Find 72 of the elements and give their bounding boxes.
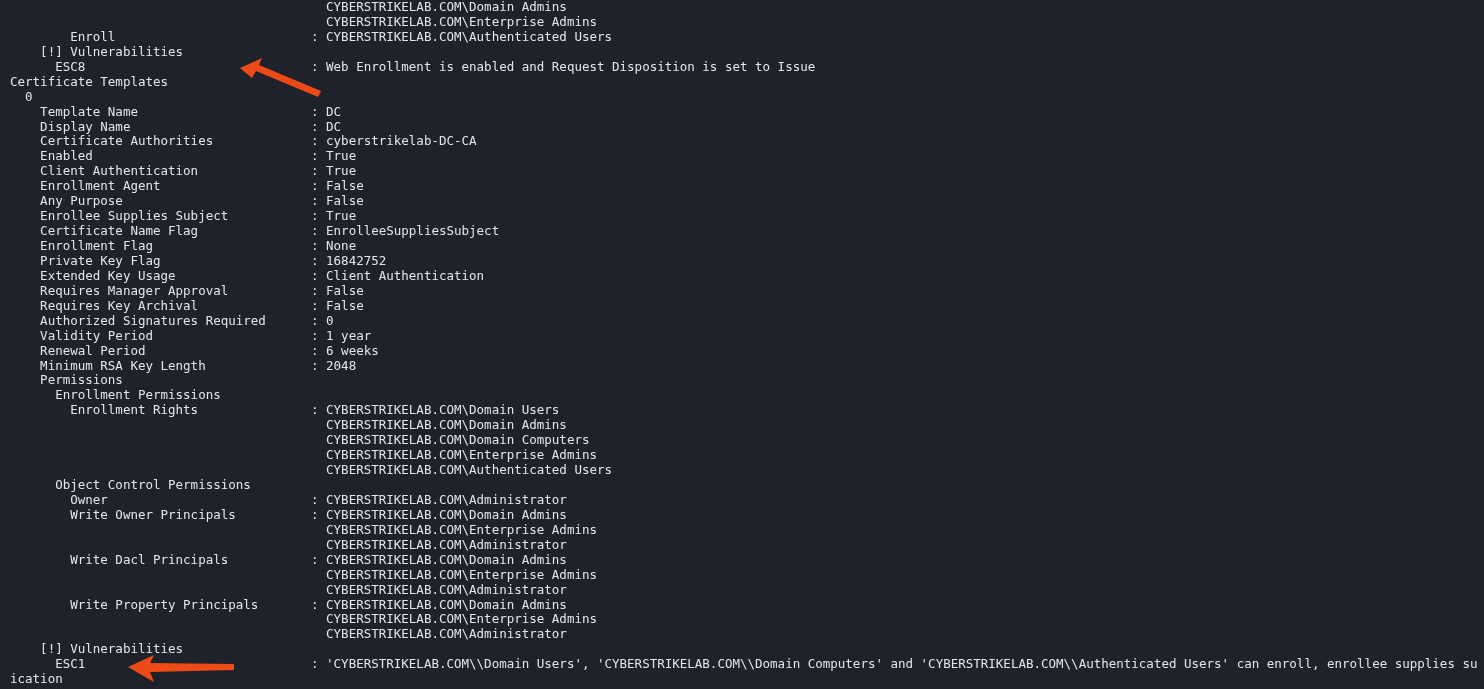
terminal-key: Write Owner Principals (10, 507, 236, 523)
terminal-value: CYBERSTRIKELAB.COM\Enterprise Admins (325, 14, 597, 30)
terminal-value: : CYBERSTRIKELAB.COM\Domain Admins (311, 552, 567, 568)
terminal-value: CYBERSTRIKELAB.COM\Domain Admins (325, 0, 567, 15)
terminal-key: ESC8 (10, 59, 86, 75)
terminal-key: [!] Vulnerabilities (10, 642, 184, 658)
terminal-key: ESC1 (10, 657, 86, 673)
terminal-value: : Web Enrollment is enabled and Request Disposition is set to Issue (311, 59, 816, 75)
terminal-value: CYBERSTRIKELAB.COM\Administrator (325, 582, 567, 598)
terminal-key: Certificate Authorities (10, 134, 214, 150)
terminal-key: Client Authentication (10, 164, 199, 180)
terminal-value: : DC (311, 119, 342, 135)
terminal-value: : True (311, 164, 357, 180)
terminal-value: CYBERSTRIKELAB.COM\Authenticated Users (325, 463, 613, 478)
terminal-value: CYBERSTRIKELAB.COM\Enterprise Admins (325, 522, 597, 538)
terminal-value: : 1 year (311, 328, 372, 344)
terminal-key: Enrollment Rights (10, 403, 199, 419)
terminal-value: : CYBERSTRIKELAB.COM\Domain Admins (311, 597, 567, 613)
terminal-key: Requires Key Archival (10, 298, 199, 314)
terminal-value: : CYBERSTRIKELAB.COM\Authenticated Users (311, 29, 613, 45)
terminal-value: : DC (311, 104, 342, 120)
terminal-key: Write Property Principals (10, 597, 259, 613)
terminal-value: CYBERSTRIKELAB.COM\Domain Computers (325, 433, 590, 449)
terminal-key: Owner (10, 492, 108, 508)
terminal-key: 0 (10, 89, 33, 105)
terminal-value: : CYBERSTRIKELAB.COM\Administrator (311, 492, 567, 508)
terminal-key: Private Key Flag (10, 253, 161, 269)
terminal-value: CYBERSTRIKELAB.COM\Domain Admins (325, 418, 567, 434)
terminal-key: Minimum RSA Key Length (10, 358, 206, 374)
terminal-key: Enrollment Permissions (10, 388, 221, 404)
terminal-value: CYBERSTRIKELAB.COM\Administrator (325, 627, 567, 643)
terminal-value: : 16842752 (311, 253, 387, 269)
terminal-value: CYBERSTRIKELAB.COM\Enterprise Admins (325, 448, 597, 464)
terminal-key: Any Purpose (10, 194, 123, 210)
terminal-key: Enabled (10, 149, 93, 165)
terminal-key: Requires Manager Approval (10, 283, 229, 299)
terminal-key: Enrollment Agent (10, 179, 161, 195)
terminal-value: CYBERSTRIKELAB.COM\Enterprise Admins (325, 612, 597, 628)
terminal-value: CYBERSTRIKELAB.COM\Administrator (325, 537, 567, 553)
terminal-value: : CYBERSTRIKELAB.COM\Domain Admins (311, 507, 567, 523)
terminal-value: : Client Authentication (311, 268, 485, 284)
terminal-key: Validity Period (10, 328, 153, 344)
terminal-key: Write Dacl Principals (10, 552, 229, 568)
terminal-key: Template Name (10, 104, 138, 120)
terminal-value: : EnrolleeSuppliesSubject (311, 224, 500, 239)
terminal-key: Authorized Signatures Required (10, 313, 266, 329)
terminal-value: : cyberstrikelab-DC-CA (311, 134, 477, 150)
terminal-key: Enrollee Supplies Subject (10, 209, 229, 225)
terminal-value: : False (311, 194, 364, 210)
terminal-value: : 2048 (311, 358, 357, 374)
terminal-key: Certificate Templates (10, 74, 169, 90)
terminal-value: : 6 weeks (311, 343, 379, 359)
terminal-value: : True (311, 149, 357, 165)
terminal-key: [!] Vulnerabilities (10, 44, 184, 60)
terminal-key: Enrollment Flag (10, 239, 153, 254)
terminal-key: Enroll (10, 29, 116, 45)
terminal-value: : False (311, 283, 364, 299)
terminal-key: Extended Key Usage (10, 268, 176, 284)
terminal-value: : True (311, 209, 357, 225)
terminal-value: : CYBERSTRIKELAB.COM\Domain Users (311, 403, 560, 419)
terminal-key: Display Name (10, 119, 131, 135)
terminal-key: Renewal Period (10, 343, 146, 359)
terminal-value: : False (311, 179, 364, 195)
terminal-value: : 'CYBERSTRIKELAB.COM\\Domain Users', 'CYBERSTRIKELAB.COM\\Domain Computers' and 'CYBERSTRIKELAB.COM\\Authenticated Users' can enroll, enrollee supplies su (311, 657, 1478, 673)
terminal-value: : False (311, 298, 364, 314)
terminal-value: : 0 (311, 313, 334, 329)
terminal-value: : None (311, 239, 357, 254)
terminal-value: CYBERSTRIKELAB.COM\Enterprise Admins (325, 567, 597, 583)
terminal-key: Certificate Name Flag (10, 224, 199, 239)
terminal-key: Permissions (10, 373, 123, 389)
terminal-key: ication (10, 672, 63, 688)
terminal-key: Object Control Permissions (10, 478, 251, 493)
